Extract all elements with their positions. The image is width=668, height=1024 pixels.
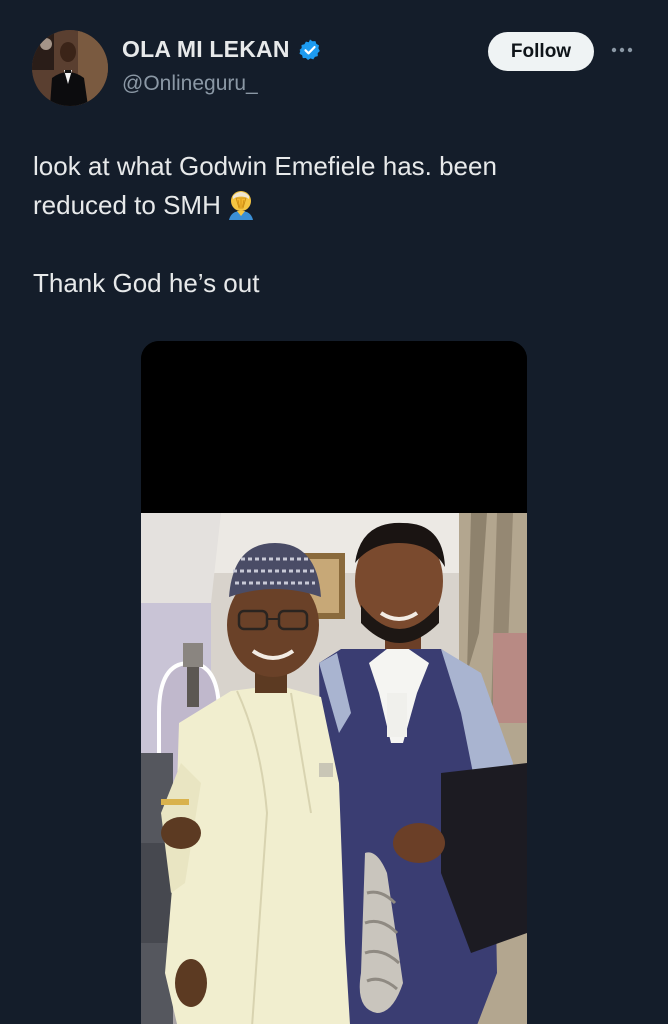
avatar-photo bbox=[32, 30, 108, 106]
avatar[interactable] bbox=[32, 30, 108, 106]
tweet-text-line: Thank God he’s out bbox=[33, 268, 260, 298]
tweet-text-segment: reduced to SMH bbox=[33, 190, 221, 220]
tweet-text: look at what Godwin Emefiele has. been r… bbox=[33, 147, 633, 303]
verified-badge-icon bbox=[298, 38, 322, 62]
tweet-card: OLA MI LEKAN @Onlineguru_ Follow look at… bbox=[0, 0, 668, 1024]
tweet-text-line: reduced to SMH bbox=[33, 186, 633, 225]
tweet-photo[interactable] bbox=[141, 513, 527, 1024]
more-horizontal-icon bbox=[611, 47, 633, 53]
more-options-button[interactable] bbox=[608, 40, 636, 60]
author-handle[interactable]: @Onlineguru_ bbox=[122, 72, 258, 96]
media-black-area bbox=[141, 341, 527, 513]
follow-button[interactable]: Follow bbox=[488, 32, 594, 71]
man-facepalming-emoji-icon bbox=[225, 188, 257, 220]
display-name[interactable]: OLA MI LEKAN bbox=[122, 36, 290, 63]
tweet-text-line: look at what Godwin Emefiele has. been bbox=[33, 151, 497, 181]
author-name-row: OLA MI LEKAN bbox=[122, 36, 322, 63]
tweet-media[interactable] bbox=[141, 341, 527, 1024]
